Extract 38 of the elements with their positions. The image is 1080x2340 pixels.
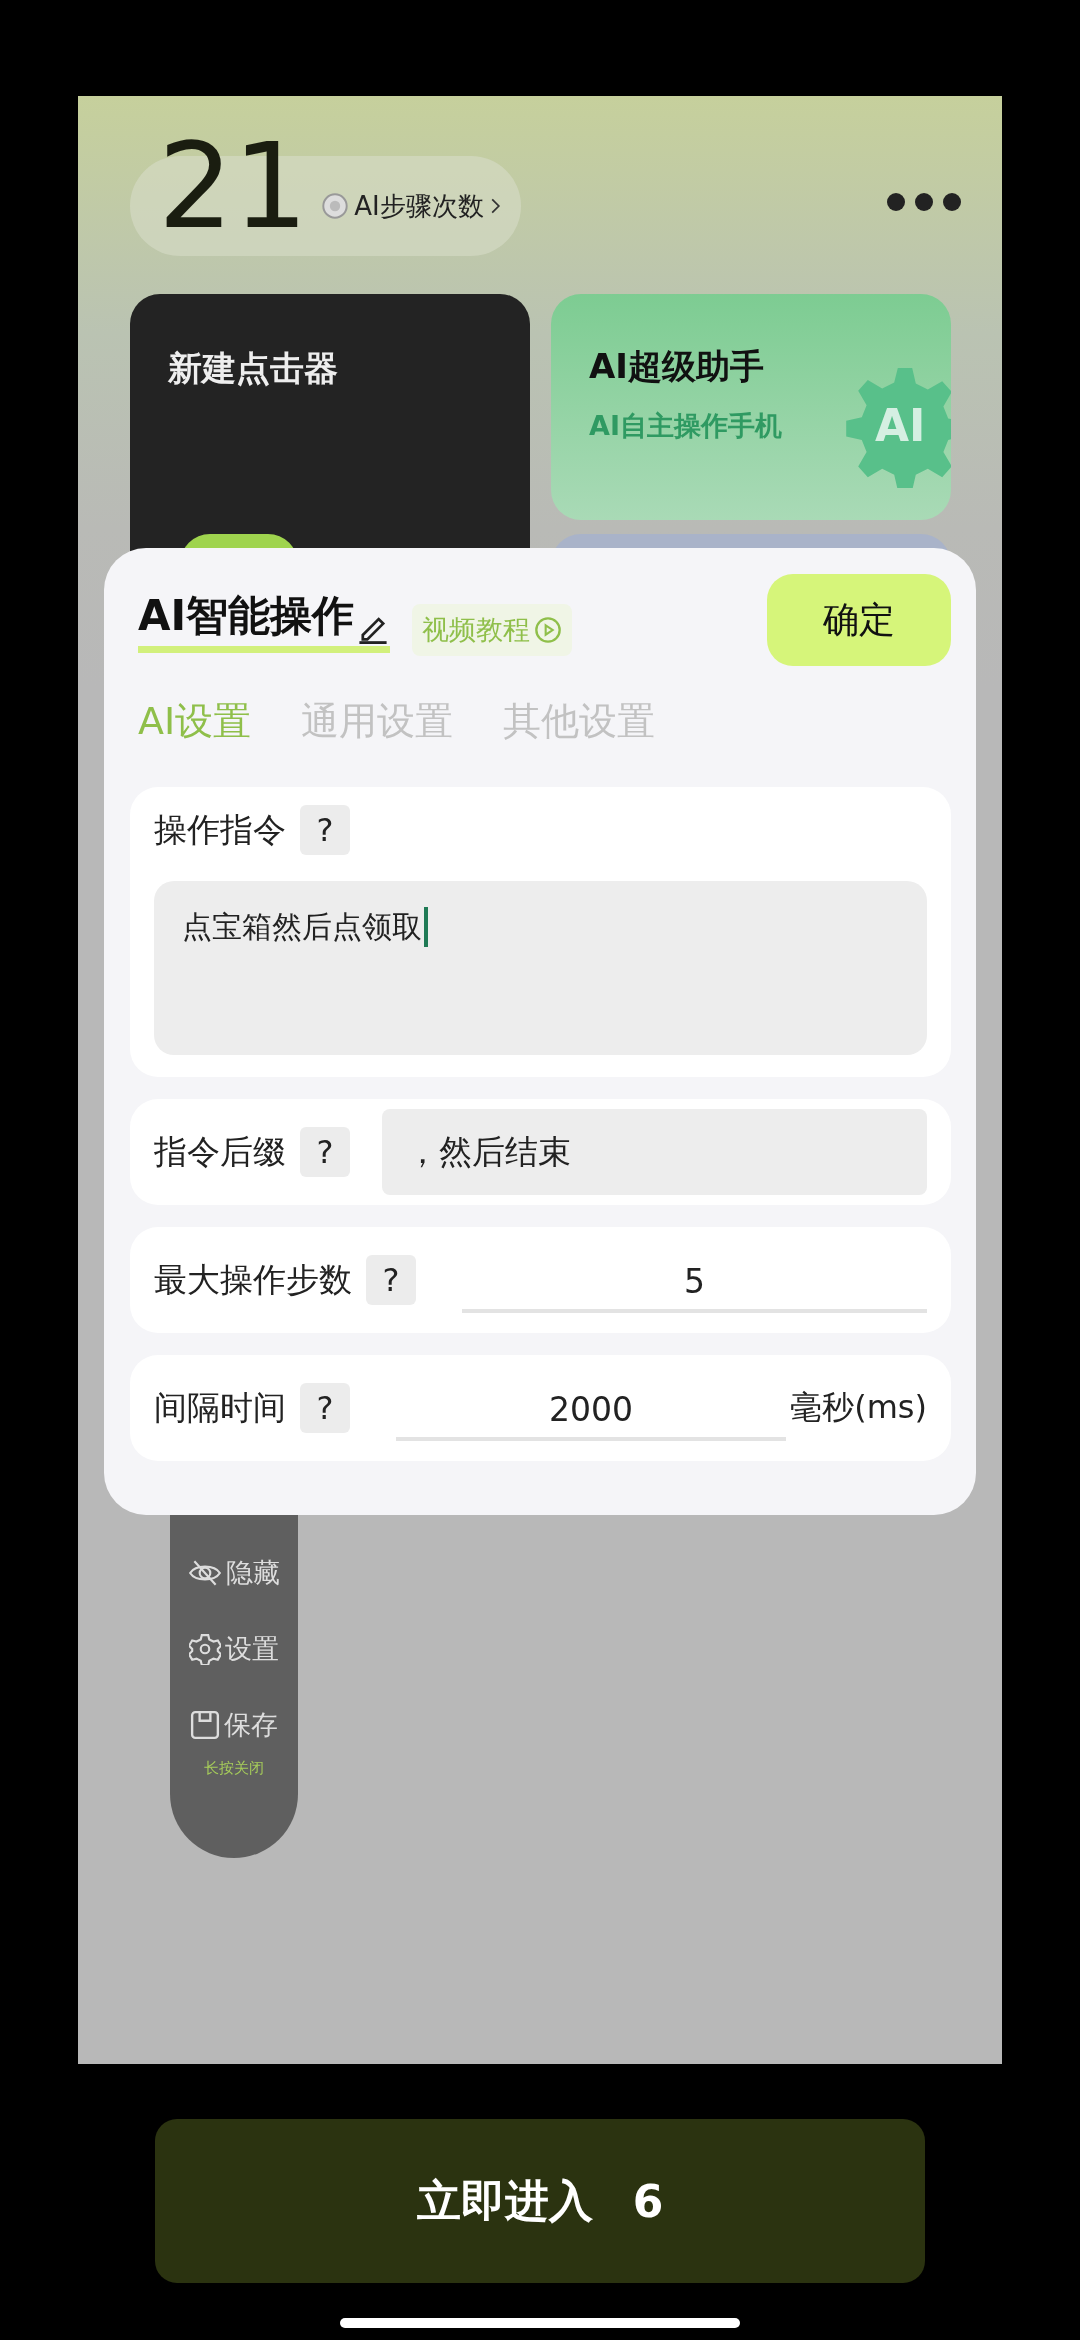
input-value: 点宝箱然后点领取 [182, 908, 422, 946]
unit-label: 毫秒(ms) [790, 1387, 927, 1428]
step-count: 21 [158, 127, 309, 245]
text-cursor [424, 907, 428, 947]
help-button[interactable]: ? [300, 1127, 350, 1177]
field-label: 操作指令 [154, 808, 286, 851]
help-button[interactable]: ? [300, 805, 350, 855]
ai-assistant-card[interactable]: AI超级助手 AI自主操作手机 AI [551, 294, 951, 520]
floating-menu-item[interactable]: 保存 [190, 1707, 278, 1743]
save-icon [190, 1710, 220, 1740]
enter-button[interactable]: 立即进入 6 [155, 2119, 925, 2283]
settings-icon [189, 1633, 221, 1665]
field-label: 间隔时间 [154, 1386, 286, 1429]
help-button[interactable]: ? [366, 1255, 416, 1305]
close-hint: 长按关闭 [204, 1759, 264, 1778]
step-count-link[interactable]: AI步骤次数 [322, 188, 501, 224]
field-label: 最大操作步数 [154, 1258, 352, 1301]
field-label: 指令后缀 [154, 1130, 286, 1173]
card-title: AI超级助手 [589, 345, 765, 388]
chevron-icon [489, 197, 501, 215]
dialog-title: AI智能操作 [138, 589, 355, 642]
eye-slash-icon [188, 1559, 222, 1587]
number-input[interactable]: 2000 [396, 1389, 787, 1441]
instruction-input[interactable]: 点宝箱然后点领取 [154, 881, 927, 1055]
suffix-input[interactable]: ，然后结束 [382, 1109, 927, 1195]
card-title: 新建点击器 [168, 348, 338, 388]
floating-menu-item[interactable]: 隐藏 [188, 1555, 280, 1591]
number-input[interactable]: 5 [462, 1261, 927, 1313]
gear-label: AI [875, 400, 926, 451]
coin-icon [322, 193, 349, 219]
more-icon[interactable] [886, 192, 962, 212]
gear-icon [845, 368, 951, 488]
floating-menu-item[interactable]: 设置 [189, 1631, 279, 1667]
help-button[interactable]: ? [300, 1383, 350, 1433]
input-value: ，然后结束 [406, 1130, 571, 1173]
card-subtitle: AI自主操作手机 [589, 409, 782, 443]
confirm-button[interactable]: 确定 [767, 574, 951, 666]
play-icon [534, 616, 563, 644]
